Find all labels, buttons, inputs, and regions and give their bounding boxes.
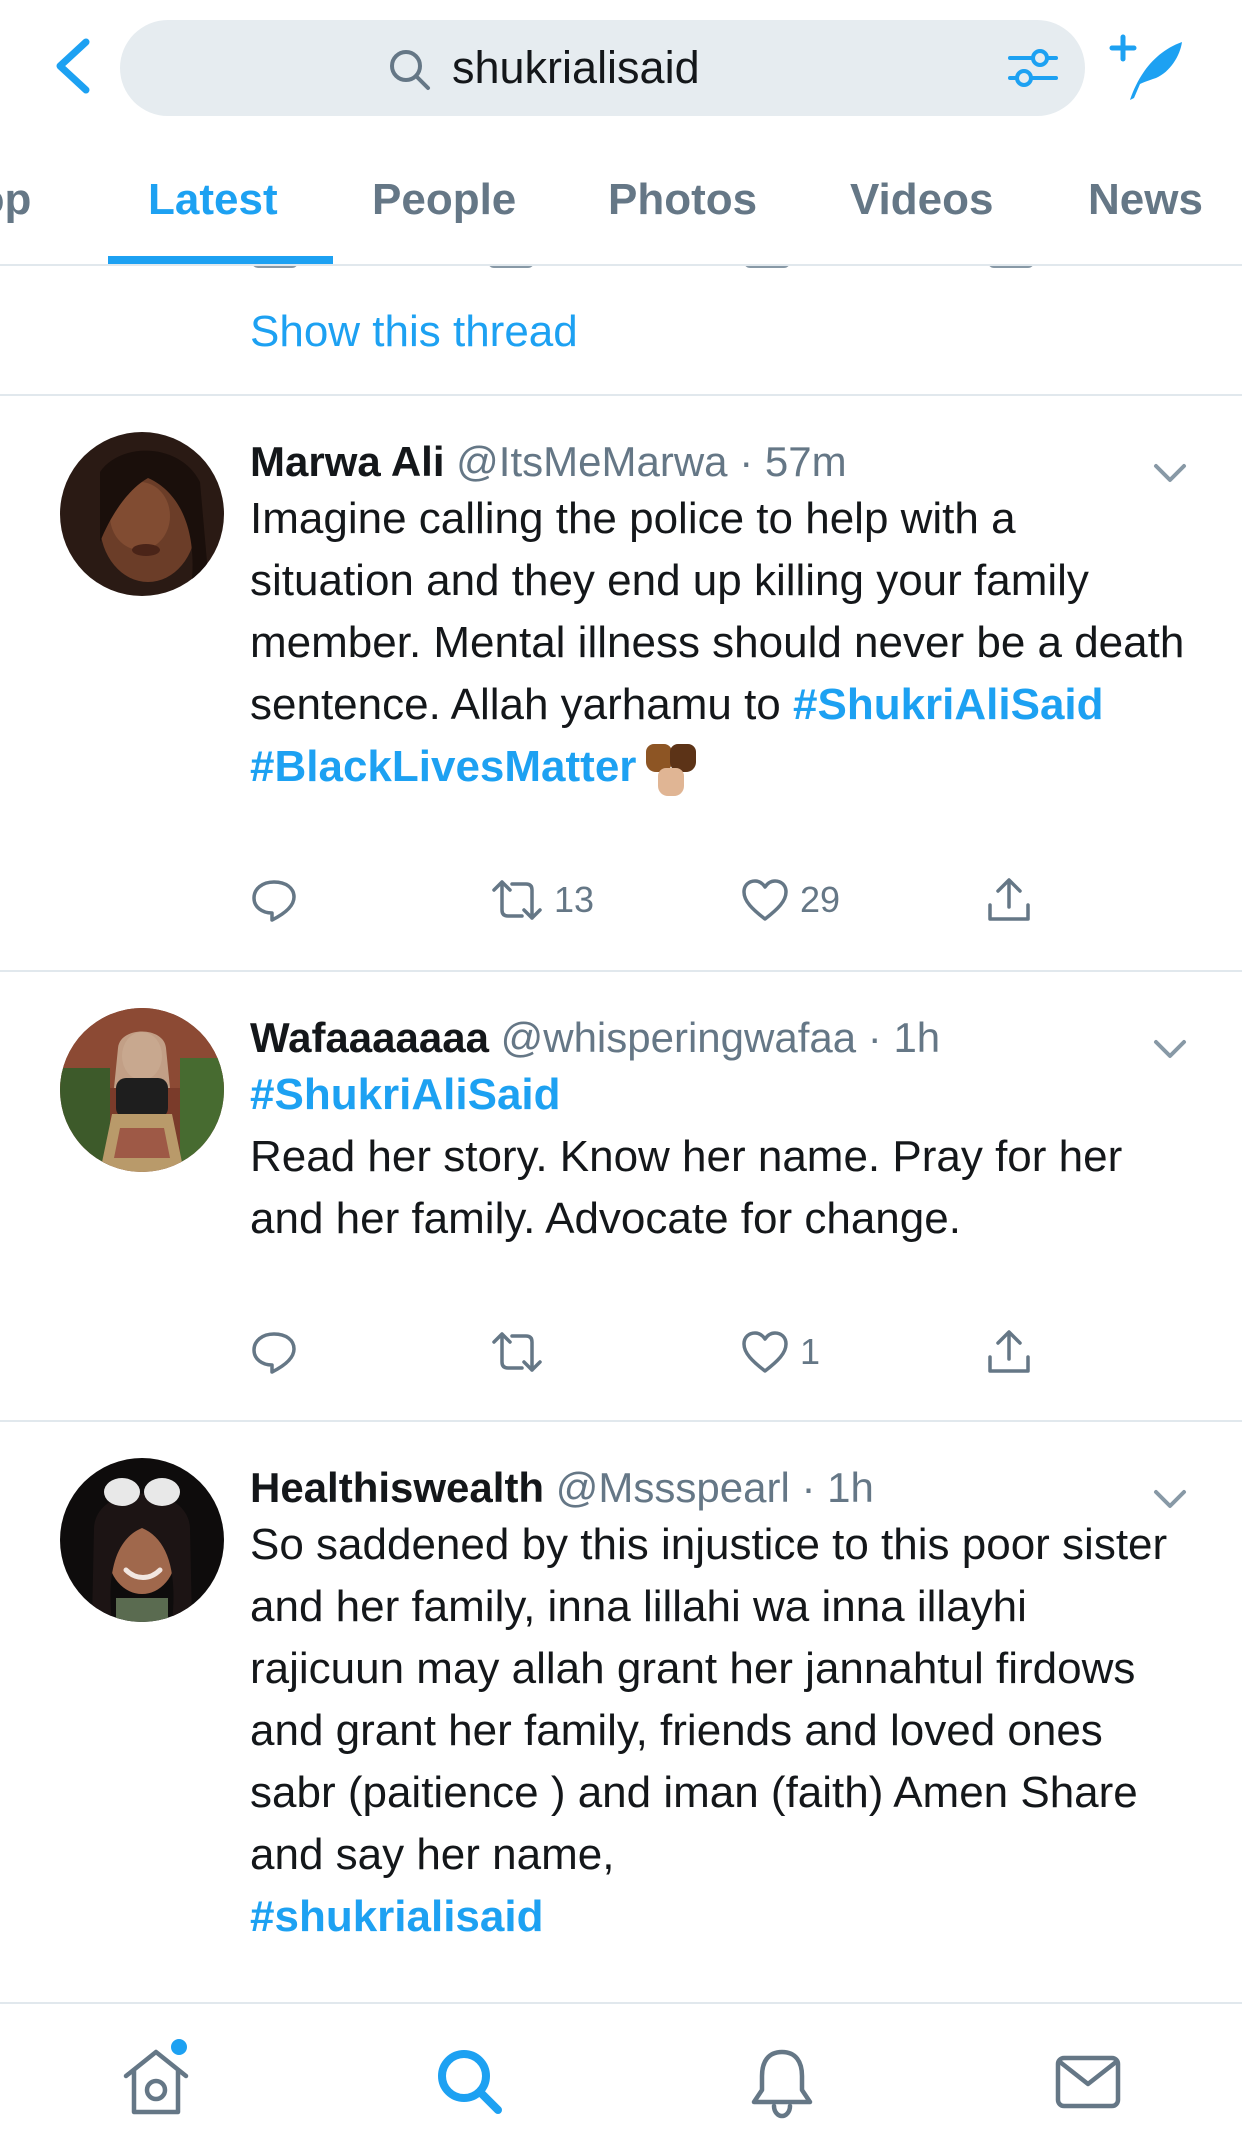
tab-people[interactable]: People [372,170,516,230]
tweet-text: Imagine calling the police to help with … [250,488,1190,798]
top-bar: shukrialisaid Top Latest People Photos V… [0,0,1242,266]
tweet-actions: 1 [250,1322,1050,1382]
chevron-down-icon[interactable] [1150,458,1190,488]
author-name[interactable]: Marwa Ali [250,438,445,485]
separator: · [801,1464,816,1511]
chevron-down-icon[interactable] [1150,1034,1190,1064]
hashtag-link[interactable]: #ShukriAliSaid [793,680,1104,729]
search-input[interactable]: shukrialisaid [120,20,1085,116]
back-chevron-icon[interactable] [50,36,100,96]
tweet-content: Healthiswealth @Mssspearl · 1h So sadden… [250,1462,1190,1948]
search-tabs: Top Latest People Photos Videos News [0,160,1242,264]
tweet-content: Wafaaaaaaa @whisperingwafaa · 1h #Shukri… [250,1012,1190,1250]
notification-dot [168,2036,190,2058]
reply-icon [252,1332,296,1374]
tweet-body-text: So saddened by this injustice to this po… [250,1520,1168,1879]
tweet[interactable]: Healthiswealth @Mssspearl · 1h So sadden… [0,1422,1242,2042]
tweet-body-text: Read her story. Know her name. Pray for … [250,1132,1123,1243]
tweet-actions: 13 29 [250,870,1050,930]
share-icon [988,878,1030,921]
raised-fists-emoji [640,740,702,798]
search-icon [438,2050,502,2114]
nav-home[interactable] [116,2036,196,2122]
tab-latest[interactable]: Latest [148,170,278,230]
search-query: shukrialisaid [452,42,700,93]
chevron-down-icon[interactable] [1150,1484,1190,1514]
hashtag-link[interactable]: #BlackLivesMatter [250,742,636,791]
bell-icon [751,2049,813,2119]
tab-videos[interactable]: Videos [850,170,993,230]
sliders-icon[interactable] [1008,46,1058,90]
timestamp: 1h [893,1014,941,1061]
like-count: 1 [800,1331,821,1372]
share-button[interactable] [984,1322,1034,1382]
tweet-content: Marwa Ali @ItsMeMarwa · 57m Imagine call… [250,436,1190,798]
timestamp: 57m [764,438,847,485]
author-name[interactable]: Healthiswealth [250,1464,544,1511]
timestamp: 1h [827,1464,874,1511]
retweet-button[interactable]: 13 [490,870,594,930]
hashtag-link[interactable]: #ShukriAliSaid [250,1070,561,1119]
separator: · [867,1014,882,1061]
compose-tweet-icon[interactable] [1108,32,1188,104]
tweet-header: Wafaaaaaaa @whisperingwafaa · 1h [250,1012,1190,1064]
active-tab-indicator [108,256,333,264]
nav-messages[interactable] [1048,2042,1128,2122]
reply-button[interactable] [250,870,308,930]
tab-bar [0,2002,1242,2149]
tweet[interactable]: Wafaaaaaaa @whisperingwafaa · 1h #Shukri… [0,972,1242,1422]
retweet-icon [492,880,542,920]
nav-search[interactable] [430,2042,510,2122]
hashtag-link[interactable]: #shukrialisaid [250,1892,543,1941]
separator: · [739,438,754,485]
like-count: 29 [800,879,841,920]
like-button[interactable]: 1 [740,1322,820,1382]
retweet-count: 13 [554,879,595,920]
heart-icon [742,1331,788,1373]
retweet-icon [492,1332,542,1372]
reply-icon [252,880,296,922]
avatar[interactable] [60,1008,224,1172]
author-name[interactable]: Wafaaaaaaa [250,1014,489,1061]
author-handle[interactable]: @ItsMeMarwa [456,438,727,485]
author-handle[interactable]: @Mssspearl [556,1464,790,1511]
tweet[interactable]: Marwa Ali @ItsMeMarwa · 57m Imagine call… [0,396,1242,972]
tab-news[interactable]: News [1088,170,1203,230]
nav-notifications[interactable] [742,2042,822,2122]
retweet-button[interactable] [490,1322,554,1382]
heart-icon [742,879,788,921]
author-handle[interactable]: @whisperingwafaa [501,1014,856,1061]
tweet-feed[interactable]: Show this thread Marwa Ali @ItsMeMarwa ·… [0,264,1242,2042]
search-icon [390,50,430,90]
tab-photos[interactable]: Photos [608,170,757,230]
share-button[interactable] [984,870,1034,930]
tweet-text: #ShukriAliSaid Read her story. Know her n… [250,1064,1190,1250]
mail-icon [1055,2055,1121,2109]
reply-button[interactable] [250,1322,308,1382]
tweet-header: Marwa Ali @ItsMeMarwa · 57m [250,436,1190,488]
tweet-header: Healthiswealth @Mssspearl · 1h [250,1462,1190,1514]
avatar[interactable] [60,432,224,596]
show-this-thread-link[interactable]: Show this thread [250,306,578,358]
tweet-text: So saddened by this injustice to this po… [250,1514,1190,1948]
tab-top[interactable]: Top [0,170,31,230]
like-button[interactable]: 29 [740,870,840,930]
avatar[interactable] [60,1458,224,1622]
previous-tweet-footer: Show this thread [0,264,1242,396]
share-icon [988,1330,1030,1373]
